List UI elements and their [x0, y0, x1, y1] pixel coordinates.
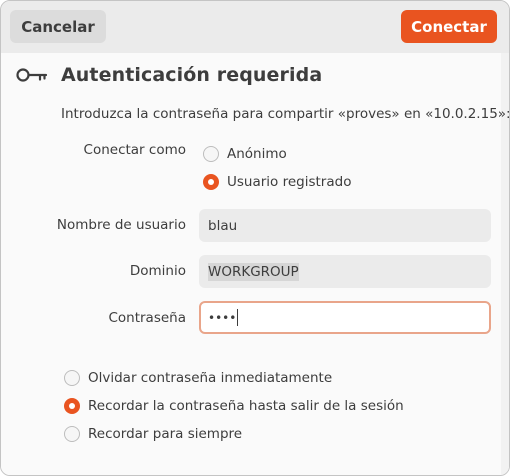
domain-label: Dominio — [129, 263, 186, 279]
radio-circle[interactable] — [64, 398, 80, 414]
radio-forget-immediately-label: Olvidar contraseña inmediatamente — [88, 370, 333, 386]
radio-remember-session-label: Recordar la contraseña hasta salir de la… — [88, 398, 404, 414]
text-cursor — [237, 309, 239, 326]
username-value: blau — [208, 217, 238, 234]
domain-value: WORKGROUP — [208, 262, 299, 281]
authentication-dialog: Cancelar Conectar Autenticación requerid… — [0, 0, 510, 476]
radio-registered-user[interactable]: Usuario registrado — [203, 174, 351, 190]
username-label: Nombre de usuario — [56, 217, 186, 233]
dialog-title: Autenticación requerida — [61, 64, 323, 86]
title-row: Autenticación requerida — [15, 63, 322, 87]
radio-circle[interactable] — [64, 426, 80, 442]
radio-remember-forever[interactable]: Recordar para siempre — [64, 426, 242, 442]
radio-remember-forever-label: Recordar para siempre — [88, 426, 243, 442]
password-dots: •••• — [208, 310, 237, 325]
password-label: Contraseña — [108, 310, 186, 326]
domain-field[interactable]: WORKGROUP — [199, 255, 491, 288]
header-bar: Cancelar Conectar — [1, 1, 509, 53]
intro-text: Introduzca la contraseña para compartir … — [61, 106, 510, 122]
radio-anonymous-label: Anónimo — [227, 146, 287, 162]
radio-forget-immediately[interactable]: Olvidar contraseña inmediatamente — [64, 370, 332, 386]
key-icon — [16, 68, 48, 82]
radio-circle[interactable] — [64, 370, 80, 386]
radio-registered-user-label: Usuario registrado — [227, 174, 352, 190]
radio-anonymous[interactable]: Anónimo — [203, 146, 287, 162]
cancel-button[interactable]: Cancelar — [10, 10, 106, 43]
radio-remember-session[interactable]: Recordar la contraseña hasta salir de la… — [64, 398, 404, 414]
radio-circle[interactable] — [203, 174, 219, 190]
password-field[interactable]: •••• — [199, 301, 491, 334]
connect-as-label: Conectar como — [83, 142, 186, 158]
username-field[interactable]: blau — [199, 209, 491, 242]
connect-button[interactable]: Conectar — [401, 10, 497, 43]
radio-circle[interactable] — [203, 146, 219, 162]
